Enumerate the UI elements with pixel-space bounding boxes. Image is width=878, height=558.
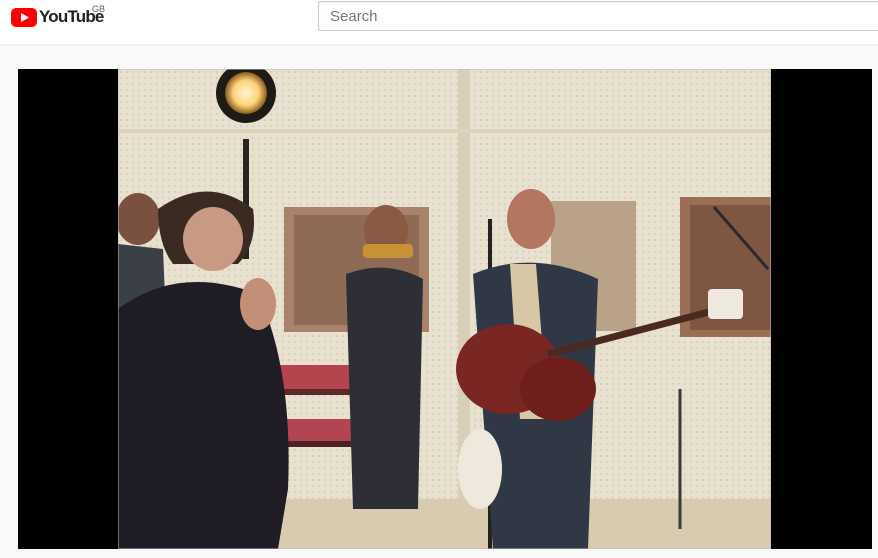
search-box[interactable] [318,1,878,31]
youtube-logo[interactable]: YouTube [11,6,104,28]
video-frame[interactable] [118,69,771,549]
youtube-play-icon [11,7,37,27]
search-input[interactable] [319,2,878,30]
video-player[interactable] [18,69,872,549]
video-still [118,69,771,549]
country-code: GB [92,4,106,14]
masthead: YouTube GB [0,0,878,44]
